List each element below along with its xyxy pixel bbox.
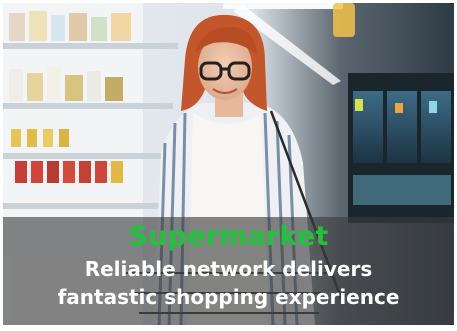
headline-line-2: fantastic shopping experience: [57, 285, 400, 309]
category-label[interactable]: Supermarket: [129, 221, 329, 253]
headline-line-1: Reliable network delivers: [84, 257, 373, 281]
headline[interactable]: Reliable network delivers fantastic shop…: [58, 255, 400, 311]
article-card[interactable]: Supermarket Reliable network delivers fa…: [3, 3, 454, 325]
caption-overlay: Supermarket Reliable network delivers fa…: [3, 217, 454, 325]
